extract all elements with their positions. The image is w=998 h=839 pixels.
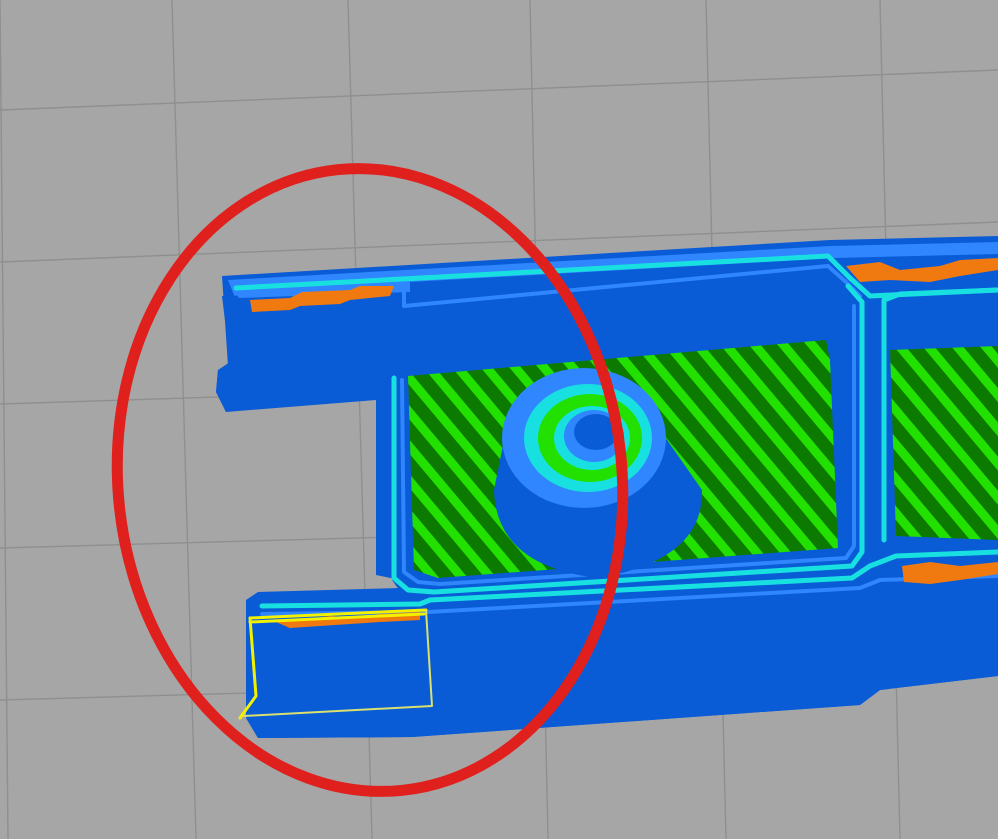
3d-viewport[interactable] [0,0,998,839]
slicer-scene[interactable] [0,0,998,839]
sparse-infill-right [890,346,998,540]
